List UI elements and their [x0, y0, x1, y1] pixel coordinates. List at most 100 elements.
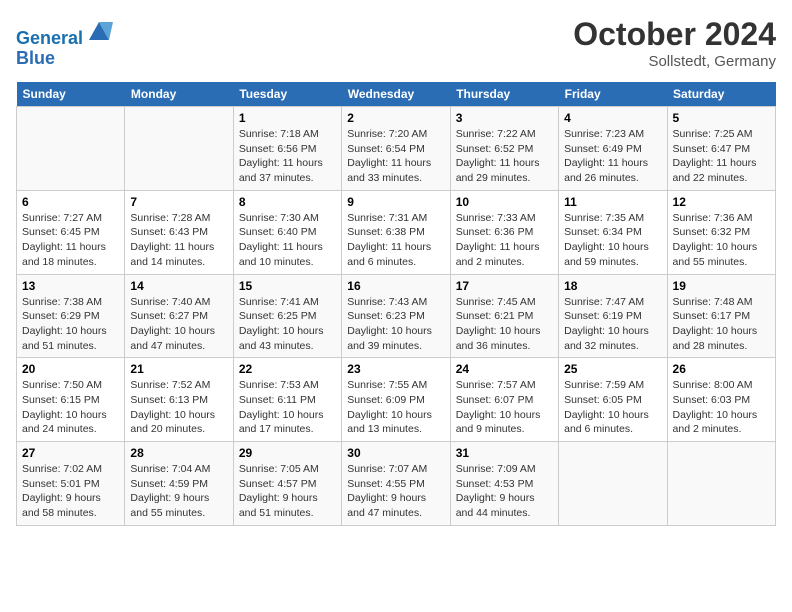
day-cell [667, 442, 775, 526]
day-detail: Sunrise: 7:30 AM Sunset: 6:40 PM Dayligh… [239, 211, 336, 270]
day-number: 19 [673, 279, 770, 293]
day-detail: Sunrise: 7:20 AM Sunset: 6:54 PM Dayligh… [347, 127, 444, 186]
day-number: 10 [456, 195, 553, 209]
logo-icon [85, 16, 113, 44]
day-cell: 3 Sunrise: 7:22 AM Sunset: 6:52 PM Daylig… [450, 107, 558, 191]
day-number: 24 [456, 362, 553, 376]
title-block: October 2024 Sollstedt, Germany [573, 16, 776, 70]
day-detail: Sunrise: 7:28 AM Sunset: 6:43 PM Dayligh… [130, 211, 227, 270]
day-number: 13 [22, 279, 119, 293]
weekday-header-wednesday: Wednesday [342, 82, 450, 107]
day-cell: 1 Sunrise: 7:18 AM Sunset: 6:56 PM Daylig… [233, 107, 341, 191]
day-detail: Sunrise: 7:50 AM Sunset: 6:15 PM Dayligh… [22, 378, 119, 437]
day-detail: Sunrise: 7:57 AM Sunset: 6:07 PM Dayligh… [456, 378, 553, 437]
weekday-header-tuesday: Tuesday [233, 82, 341, 107]
day-cell: 6 Sunrise: 7:27 AM Sunset: 6:45 PM Daylig… [17, 190, 125, 274]
day-cell: 19 Sunrise: 7:48 AM Sunset: 6:17 PM Dayli… [667, 274, 775, 358]
day-number: 16 [347, 279, 444, 293]
day-detail: Sunrise: 7:38 AM Sunset: 6:29 PM Dayligh… [22, 295, 119, 354]
day-cell: 8 Sunrise: 7:30 AM Sunset: 6:40 PM Daylig… [233, 190, 341, 274]
day-detail: Sunrise: 7:23 AM Sunset: 6:49 PM Dayligh… [564, 127, 661, 186]
day-cell: 2 Sunrise: 7:20 AM Sunset: 6:54 PM Daylig… [342, 107, 450, 191]
day-cell: 13 Sunrise: 7:38 AM Sunset: 6:29 PM Dayli… [17, 274, 125, 358]
day-number: 9 [347, 195, 444, 209]
day-detail: Sunrise: 7:45 AM Sunset: 6:21 PM Dayligh… [456, 295, 553, 354]
day-number: 31 [456, 446, 553, 460]
day-number: 18 [564, 279, 661, 293]
day-detail: Sunrise: 7:25 AM Sunset: 6:47 PM Dayligh… [673, 127, 770, 186]
day-number: 5 [673, 111, 770, 125]
week-row-3: 13 Sunrise: 7:38 AM Sunset: 6:29 PM Dayli… [17, 274, 776, 358]
weekday-header-thursday: Thursday [450, 82, 558, 107]
day-detail: Sunrise: 7:35 AM Sunset: 6:34 PM Dayligh… [564, 211, 661, 270]
day-cell: 17 Sunrise: 7:45 AM Sunset: 6:21 PM Dayli… [450, 274, 558, 358]
weekday-header-monday: Monday [125, 82, 233, 107]
day-cell: 12 Sunrise: 7:36 AM Sunset: 6:32 PM Dayli… [667, 190, 775, 274]
weekday-header-row: SundayMondayTuesdayWednesdayThursdayFrid… [17, 82, 776, 107]
day-cell: 20 Sunrise: 7:50 AM Sunset: 6:15 PM Dayli… [17, 358, 125, 442]
day-detail: Sunrise: 7:55 AM Sunset: 6:09 PM Dayligh… [347, 378, 444, 437]
day-number: 12 [673, 195, 770, 209]
day-number: 30 [347, 446, 444, 460]
month-title: October 2024 [573, 16, 776, 53]
day-number: 29 [239, 446, 336, 460]
day-detail: Sunrise: 7:41 AM Sunset: 6:25 PM Dayligh… [239, 295, 336, 354]
day-cell: 30Sunrise: 7:07 AM Sunset: 4:55 PM Dayli… [342, 442, 450, 526]
day-number: 11 [564, 195, 661, 209]
weekday-header-sunday: Sunday [17, 82, 125, 107]
day-detail: Sunrise: 7:05 AM Sunset: 4:57 PM Dayligh… [239, 462, 336, 521]
day-number: 8 [239, 195, 336, 209]
day-cell [559, 442, 667, 526]
day-number: 25 [564, 362, 661, 376]
day-detail: Sunrise: 7:52 AM Sunset: 6:13 PM Dayligh… [130, 378, 227, 437]
week-row-2: 6 Sunrise: 7:27 AM Sunset: 6:45 PM Daylig… [17, 190, 776, 274]
day-number: 21 [130, 362, 227, 376]
logo-text: General [16, 16, 113, 49]
day-cell: 24 Sunrise: 7:57 AM Sunset: 6:07 PM Dayli… [450, 358, 558, 442]
day-cell: 4 Sunrise: 7:23 AM Sunset: 6:49 PM Daylig… [559, 107, 667, 191]
day-number: 6 [22, 195, 119, 209]
week-row-4: 20 Sunrise: 7:50 AM Sunset: 6:15 PM Dayli… [17, 358, 776, 442]
day-number: 14 [130, 279, 227, 293]
day-number: 27 [22, 446, 119, 460]
day-cell: 22Sunrise: 7:53 AM Sunset: 6:11 PM Dayli… [233, 358, 341, 442]
day-number: 28 [130, 446, 227, 460]
day-cell: 29 Sunrise: 7:05 AM Sunset: 4:57 PM Dayli… [233, 442, 341, 526]
day-cell: 18Sunrise: 7:47 AM Sunset: 6:19 PM Dayli… [559, 274, 667, 358]
day-detail: Sunrise: 7:36 AM Sunset: 6:32 PM Dayligh… [673, 211, 770, 270]
day-number: 4 [564, 111, 661, 125]
location: Sollstedt, Germany [573, 53, 776, 70]
day-cell [125, 107, 233, 191]
logo-blue: Blue [16, 49, 113, 69]
day-number: 22 [239, 362, 336, 376]
day-cell: 23Sunrise: 7:55 AM Sunset: 6:09 PM Dayli… [342, 358, 450, 442]
day-cell: 5 Sunrise: 7:25 AM Sunset: 6:47 PM Daylig… [667, 107, 775, 191]
calendar-table: SundayMondayTuesdayWednesdayThursdayFrid… [16, 82, 776, 526]
day-cell: 31Sunrise: 7:09 AM Sunset: 4:53 PM Dayli… [450, 442, 558, 526]
day-detail: Sunrise: 7:18 AM Sunset: 6:56 PM Dayligh… [239, 127, 336, 186]
day-cell: 27 Sunrise: 7:02 AM Sunset: 5:01 PM Dayli… [17, 442, 125, 526]
day-number: 1 [239, 111, 336, 125]
day-number: 2 [347, 111, 444, 125]
weekday-header-friday: Friday [559, 82, 667, 107]
day-detail: Sunrise: 7:48 AM Sunset: 6:17 PM Dayligh… [673, 295, 770, 354]
day-number: 17 [456, 279, 553, 293]
day-cell: 16Sunrise: 7:43 AM Sunset: 6:23 PM Dayli… [342, 274, 450, 358]
day-detail: Sunrise: 7:27 AM Sunset: 6:45 PM Dayligh… [22, 211, 119, 270]
day-cell: 25Sunrise: 7:59 AM Sunset: 6:05 PM Dayli… [559, 358, 667, 442]
day-cell: 10 Sunrise: 7:33 AM Sunset: 6:36 PM Dayli… [450, 190, 558, 274]
day-detail: Sunrise: 7:33 AM Sunset: 6:36 PM Dayligh… [456, 211, 553, 270]
day-detail: Sunrise: 7:40 AM Sunset: 6:27 PM Dayligh… [130, 295, 227, 354]
day-cell: 21 Sunrise: 7:52 AM Sunset: 6:13 PM Dayli… [125, 358, 233, 442]
day-number: 3 [456, 111, 553, 125]
day-detail: Sunrise: 7:04 AM Sunset: 4:59 PM Dayligh… [130, 462, 227, 521]
day-number: 15 [239, 279, 336, 293]
day-number: 20 [22, 362, 119, 376]
week-row-5: 27 Sunrise: 7:02 AM Sunset: 5:01 PM Dayli… [17, 442, 776, 526]
logo: General Blue [16, 16, 113, 69]
day-number: 26 [673, 362, 770, 376]
day-detail: Sunrise: 7:02 AM Sunset: 5:01 PM Dayligh… [22, 462, 119, 521]
week-row-1: 1 Sunrise: 7:18 AM Sunset: 6:56 PM Daylig… [17, 107, 776, 191]
day-cell [17, 107, 125, 191]
day-detail: Sunrise: 7:22 AM Sunset: 6:52 PM Dayligh… [456, 127, 553, 186]
